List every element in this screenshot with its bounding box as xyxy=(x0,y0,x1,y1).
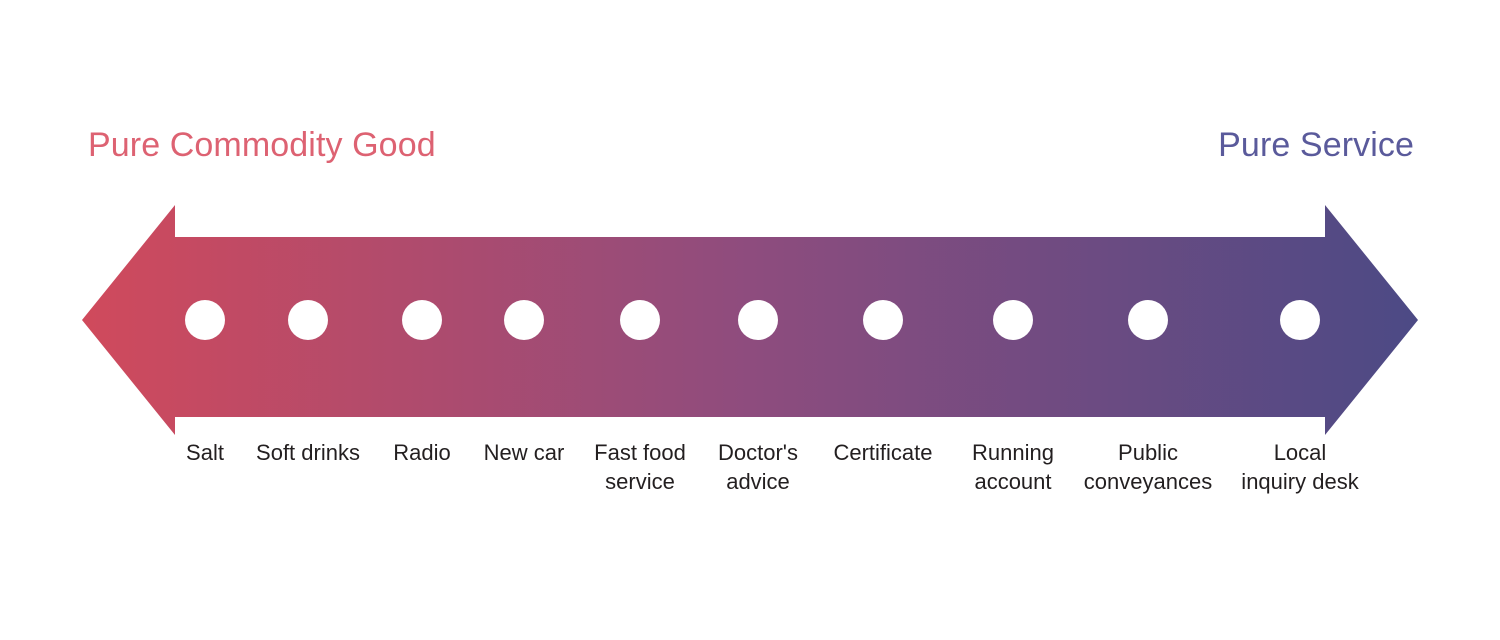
marker-dot[interactable] xyxy=(738,300,778,340)
item-label: Doctor's advice xyxy=(718,440,798,494)
item-label: Running account xyxy=(972,440,1054,494)
item-label: Radio xyxy=(393,440,451,465)
item-label-group: Salt Soft drinks Radio New car Fast food ser… xyxy=(0,438,1500,548)
marker-dot[interactable] xyxy=(993,300,1033,340)
marker-dot[interactable] xyxy=(863,300,903,340)
item-label: Local inquiry desk xyxy=(1241,440,1359,494)
marker-dot[interactable] xyxy=(620,300,660,340)
marker-dot[interactable] xyxy=(402,300,442,340)
marker-dot[interactable] xyxy=(288,300,328,340)
item-label: Certificate xyxy=(833,440,933,465)
diagram-canvas: Pure Commodity Good Pure Service Salt Sof… xyxy=(0,0,1500,640)
item-label: Fast food service xyxy=(594,440,686,494)
item-label: Salt xyxy=(186,440,224,465)
item-label: Soft drinks xyxy=(256,440,360,465)
marker-dot[interactable] xyxy=(185,300,225,340)
item-label: New car xyxy=(483,440,565,465)
item-label: Public conveyances xyxy=(1083,440,1213,494)
marker-dot[interactable] xyxy=(1128,300,1168,340)
marker-dot[interactable] xyxy=(504,300,544,340)
marker-dot[interactable] xyxy=(1280,300,1320,340)
